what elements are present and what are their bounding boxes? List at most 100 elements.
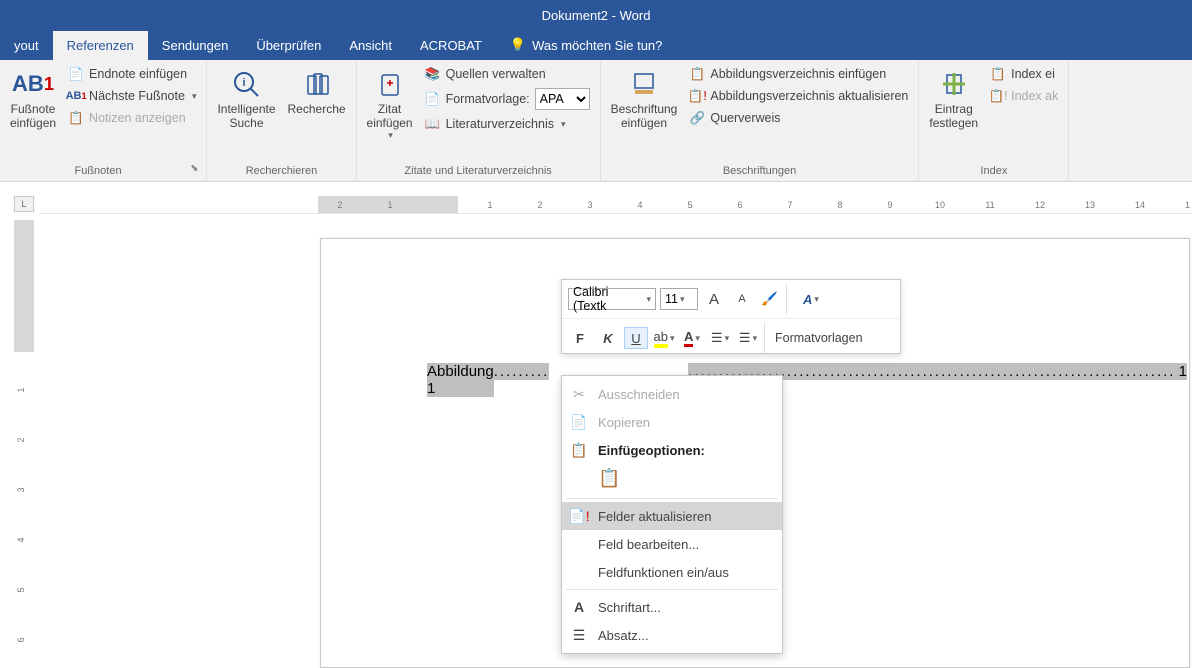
clipboard-icon: 📋: [570, 441, 588, 459]
bullets-icon: ☰: [711, 330, 723, 346]
svg-text:11: 11: [985, 200, 994, 210]
vertical-ruler[interactable]: 2 1 1 2 3 4 5 6: [14, 220, 34, 667]
ruler-corner[interactable]: L: [14, 196, 34, 212]
mark-entry-icon: [939, 66, 969, 102]
group-research: i Intelligente Suche Recherche Recherchi…: [207, 60, 356, 181]
ctx-update-fields[interactable]: 📄! Felder aktualisieren: [562, 502, 782, 530]
smart-lookup-button[interactable]: i Intelligente Suche: [213, 64, 279, 132]
insert-index-button[interactable]: 📋 Index ei: [986, 64, 1062, 84]
tab-view[interactable]: Ansicht: [335, 31, 406, 60]
update-index-icon: 📋!: [990, 88, 1006, 104]
bullets-button[interactable]: ☰▾: [708, 327, 732, 349]
ctx-font[interactable]: A Schriftart...: [562, 593, 782, 621]
ctx-cut: ✂ Ausschneiden: [562, 380, 782, 408]
show-notes-icon: 📋: [68, 110, 84, 126]
dialog-launcher-footnotes[interactable]: ⬊: [190, 163, 200, 181]
ctx-paste-mode[interactable]: 📋: [562, 464, 782, 495]
update-tof-icon: 📋!: [689, 88, 705, 104]
underline-button[interactable]: U: [624, 327, 648, 349]
svg-text:7: 7: [787, 200, 792, 210]
font-name-box[interactable]: Calibri (Textk▾: [568, 288, 656, 310]
svg-text:15: 15: [1185, 200, 1190, 210]
font-color-button[interactable]: A▾: [680, 327, 704, 349]
svg-text:1: 1: [487, 200, 492, 210]
ribbon-tabs: yout Referenzen Sendungen Überprüfen Ans…: [0, 30, 1192, 60]
shrink-font-button[interactable]: A: [730, 288, 754, 310]
bibliography-button[interactable]: 📖 Literaturverzeichnis ▾: [421, 114, 594, 134]
insert-caption-button[interactable]: Beschriftung einfügen: [607, 64, 682, 132]
svg-text:12: 12: [1035, 200, 1045, 210]
ctx-paste-options: 📋 Einfügeoptionen:: [562, 436, 782, 464]
context-menu: ✂ Ausschneiden 📄 Kopieren 📋 Einfügeoptio…: [561, 375, 783, 654]
update-index-button[interactable]: 📋! Index ak: [986, 86, 1062, 106]
manage-sources-button[interactable]: 📚 Quellen verwalten: [421, 64, 594, 84]
svg-text:9: 9: [887, 200, 892, 210]
svg-text:4: 4: [16, 537, 26, 542]
numbering-button[interactable]: ☰▾: [736, 327, 760, 349]
insert-tof-button[interactable]: 📋 Abbildungsverzeichnis einfügen: [685, 64, 912, 84]
mark-entry-button[interactable]: Eintrag festlegen: [925, 64, 982, 132]
format-painter-button[interactable]: 🖌️: [758, 288, 782, 310]
tab-review[interactable]: Überprüfen: [242, 31, 335, 60]
chevron-down-icon: ▾: [192, 91, 197, 102]
ribbon: AB1 Fußnote einfügen 📄 Endnote einfügen …: [0, 60, 1192, 182]
caption-icon: [629, 66, 659, 102]
styles-button[interactable]: Formatvorlagen: [769, 327, 869, 349]
research-button[interactable]: Recherche: [284, 64, 350, 132]
svg-text:5: 5: [16, 587, 26, 592]
group-captions: Beschriftung einfügen 📋 Abbildungsverzei…: [601, 60, 920, 181]
scissors-icon: ✂: [570, 385, 588, 403]
sources-icon: 📚: [425, 66, 441, 82]
toc-entry[interactable]: Abbildung 1.............................…: [427, 363, 1187, 397]
tell-me[interactable]: 💡 Was möchten Sie tun?: [496, 30, 677, 60]
grow-font-button[interactable]: A: [702, 288, 726, 310]
svg-text:3: 3: [587, 200, 592, 210]
styles-dropdown[interactable]: A▾: [791, 288, 831, 310]
ctx-paragraph[interactable]: ☰ Absatz...: [562, 621, 782, 649]
crossref-icon: 🔗: [689, 110, 705, 126]
insert-footnote-button[interactable]: AB1 Fußnote einfügen: [6, 64, 60, 132]
insert-citation-button[interactable]: Zitat einfügen ▾: [363, 64, 417, 143]
ctx-toggle-field-codes[interactable]: Feldfunktionen ein/aus: [562, 558, 782, 586]
tab-references[interactable]: Referenzen: [53, 31, 148, 60]
group-index: Eintrag festlegen 📋 Index ei 📋! Index ak…: [919, 60, 1069, 181]
bibliography-icon: 📖: [425, 116, 441, 132]
document-title: Dokument2 - Word: [542, 8, 651, 23]
horizontal-ruler[interactable]: 21 123 456 789 101112 131415: [40, 196, 1192, 214]
italic-button[interactable]: K: [596, 327, 620, 349]
bold-button[interactable]: F: [568, 327, 592, 349]
citation-style-select[interactable]: APA: [535, 88, 590, 110]
tab-layout[interactable]: yout: [0, 31, 53, 60]
paste-keep-source-icon: 📋: [598, 468, 620, 488]
svg-text:1: 1: [16, 387, 26, 392]
style-icon: 📄: [425, 91, 441, 107]
group-label-research: Recherchieren: [213, 163, 349, 181]
svg-text:6: 6: [737, 200, 742, 210]
update-fields-icon: 📄!: [570, 507, 588, 525]
svg-text:3: 3: [16, 487, 26, 492]
books-icon: [302, 66, 332, 102]
update-tof-button[interactable]: 📋! Abbildungsverzeichnis aktualisieren: [685, 86, 912, 106]
show-notes-button[interactable]: 📋 Notizen anzeigen: [64, 108, 200, 128]
title-bar: Dokument2 - Word: [0, 0, 1192, 30]
svg-text:2: 2: [337, 200, 342, 210]
citation-style: 📄 Formatvorlage: APA: [421, 86, 594, 112]
group-label-captions: Beschriftungen: [607, 163, 913, 181]
ctx-copy: 📄 Kopieren: [562, 408, 782, 436]
tab-mailings[interactable]: Sendungen: [148, 31, 243, 60]
chevron-down-icon: ▾: [561, 119, 566, 130]
ctx-edit-field[interactable]: Feld bearbeiten...: [562, 530, 782, 558]
insert-index-icon: 📋: [990, 66, 1006, 82]
crossref-button[interactable]: 🔗 Querverweis: [685, 108, 912, 128]
next-footnote-icon: AB1: [68, 88, 84, 104]
endnote-icon: 📄: [68, 66, 84, 82]
tof-icon: 📋: [689, 66, 705, 82]
lightbulb-icon: 💡: [510, 37, 526, 53]
citation-icon: [375, 66, 405, 102]
insert-endnote-button[interactable]: 📄 Endnote einfügen: [64, 64, 200, 84]
svg-text:2: 2: [16, 437, 26, 442]
font-size-box[interactable]: 11▾: [660, 288, 698, 310]
tab-acrobat[interactable]: ACROBAT: [406, 31, 496, 60]
highlight-button[interactable]: ab▾: [652, 327, 676, 349]
next-footnote-button[interactable]: AB1 Nächste Fußnote ▾: [64, 86, 200, 106]
